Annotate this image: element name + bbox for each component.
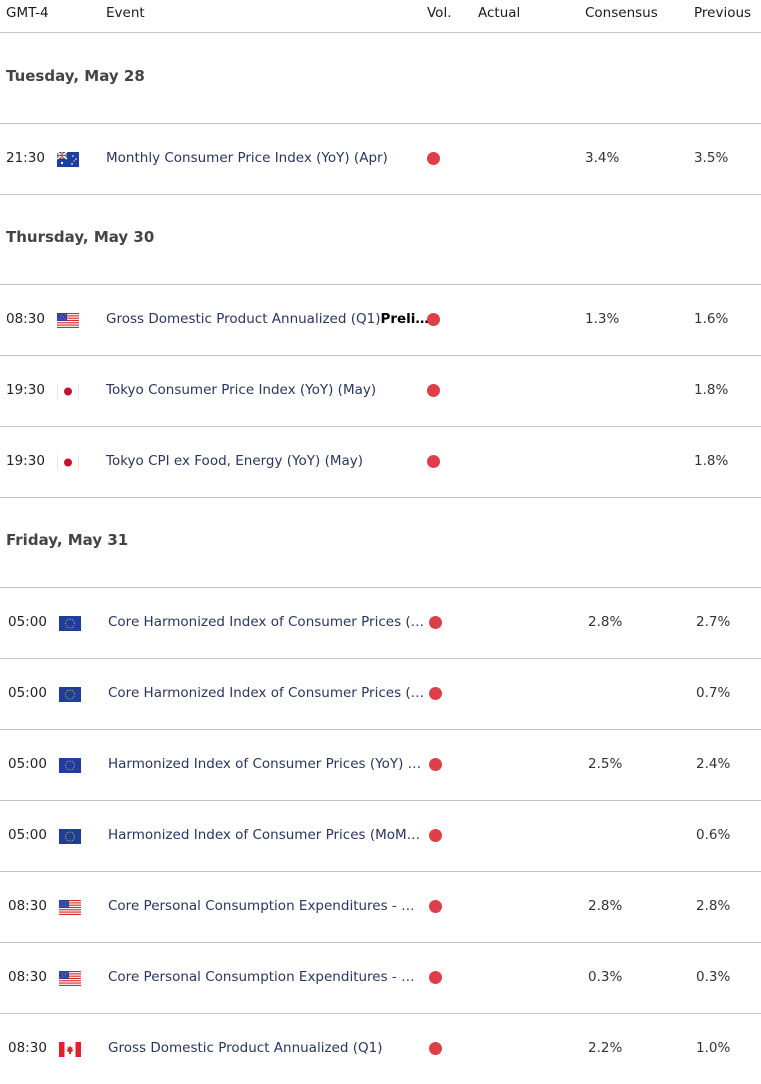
previous-value: 1.0% [696, 1040, 731, 1056]
volatility-high-icon [429, 758, 442, 771]
event-name-text: Harmonized Index of Consumer Prices (MoM… [108, 827, 421, 843]
event-name[interactable]: Core Personal Consumption Expenditures -… [108, 969, 415, 985]
previous-value: 1.6% [694, 311, 729, 327]
event-name-text: Gross Domestic Product Annualized (Q1) [108, 1040, 383, 1056]
event-name-text: Tokyo Consumer Price Index (YoY) (May) [106, 382, 377, 398]
event-time: 21:30 [6, 150, 45, 166]
volatility-high-icon [427, 384, 440, 397]
event-row[interactable]: 08:30 Core Personal Consumption Expenditu… [0, 872, 761, 942]
header-event: Event [106, 5, 145, 21]
previous-value: 2.4% [696, 756, 731, 772]
row-divider [0, 497, 761, 498]
event-name[interactable]: Harmonized Index of Consumer Prices (YoY… [108, 756, 421, 772]
previous-value: 3.5% [694, 150, 729, 166]
event-name-text: Core Personal Consumption Expenditures -… [108, 898, 415, 914]
previous-value: 1.8% [694, 382, 729, 398]
event-row[interactable]: 05:00 Core Harmonized Index of Consumer P… [0, 588, 761, 658]
volatility-high-icon [429, 687, 442, 700]
event-name-suffix: Preli… [380, 311, 428, 327]
row-divider [0, 194, 761, 195]
previous-value: 1.8% [694, 453, 729, 469]
event-time: 05:00 [8, 685, 47, 701]
event-name[interactable]: Gross Domestic Product Annualized (Q1) [108, 1040, 382, 1056]
japan-flag-icon [57, 455, 79, 470]
eu-flag-icon [59, 829, 81, 844]
event-name-text: Harmonized Index of Consumer Prices (YoY… [108, 756, 422, 772]
event-name[interactable]: Core Harmonized Index of Consumer Prices… [108, 614, 424, 630]
event-name-text: Gross Domestic Product Annualized (Q1) [106, 311, 381, 327]
event-row[interactable]: 05:00 Core Harmonized Index of Consumer P… [0, 659, 761, 729]
header-consensus: Consensus [585, 5, 658, 21]
volatility-high-icon [427, 313, 440, 326]
event-name-text: Core Personal Consumption Expenditures -… [108, 969, 415, 985]
event-time: 19:30 [6, 453, 45, 469]
consensus-value: 0.3% [588, 969, 623, 985]
consensus-value: 2.2% [588, 1040, 623, 1056]
consensus-value: 2.8% [588, 614, 623, 630]
event-name[interactable]: Core Personal Consumption Expenditures -… [108, 898, 415, 914]
event-name-text: Core Harmonized Index of Consumer Prices… [108, 685, 425, 701]
canada-flag-icon [59, 1042, 81, 1057]
event-row[interactable]: 21:30 Monthly Consumer Price Index (YoY) … [0, 124, 761, 194]
event-name-text: Monthly Consumer Price Index (YoY) (Apr) [106, 150, 388, 166]
australia-flag-icon [56, 151, 79, 167]
table-header: GMT-4 Event Vol. Actual Consensus Previo… [0, 0, 761, 33]
event-row[interactable]: 19:30 Tokyo CPI ex Food, Energy (YoY) (Ma… [0, 427, 761, 497]
volatility-high-icon [429, 900, 442, 913]
event-name[interactable]: Tokyo Consumer Price Index (YoY) (May) [106, 382, 376, 398]
volatility-high-icon [429, 1042, 442, 1055]
eu-flag-icon [59, 758, 81, 773]
header-timezone[interactable]: GMT-4 [6, 5, 49, 21]
event-time: 05:00 [8, 827, 47, 843]
previous-value: 2.8% [696, 898, 731, 914]
event-time: 08:30 [8, 1040, 47, 1056]
volatility-high-icon [427, 152, 440, 165]
previous-value: 2.7% [696, 614, 731, 630]
event-row[interactable]: 05:00 Harmonized Index of Consumer Prices… [0, 730, 761, 800]
event-name[interactable]: Harmonized Index of Consumer Prices (MoM… [108, 827, 420, 843]
event-row[interactable]: 19:30 Tokyo Consumer Price Index (YoY) (M… [0, 356, 761, 426]
day-header: Tuesday, May 28 [6, 67, 145, 85]
eu-flag-icon [59, 687, 81, 702]
volatility-high-icon [429, 829, 442, 842]
event-row[interactable]: 08:30 Gross Domestic Product Annualized (… [0, 285, 761, 355]
event-name[interactable]: Gross Domestic Product Annualized (Q1)Pr… [106, 311, 428, 327]
volatility-high-icon [429, 616, 442, 629]
volatility-high-icon [429, 971, 442, 984]
previous-value: 0.6% [696, 827, 731, 843]
event-name-text: Core Harmonized Index of Consumer Prices… [108, 614, 425, 630]
day-header: Thursday, May 30 [6, 228, 155, 246]
eu-flag-icon [59, 616, 81, 631]
event-row[interactable]: 08:30 Core Personal Consumption Expenditu… [0, 943, 761, 1013]
day-header: Friday, May 31 [6, 531, 129, 549]
event-time: 08:30 [8, 969, 47, 985]
usa-flag-icon [59, 900, 81, 915]
event-time: 08:30 [8, 898, 47, 914]
usa-flag-icon [57, 313, 79, 328]
event-time: 08:30 [6, 311, 45, 327]
consensus-value: 1.3% [585, 311, 620, 327]
event-row[interactable]: 05:00 Harmonized Index of Consumer Prices… [0, 801, 761, 871]
consensus-value: 3.4% [585, 150, 620, 166]
event-time: 19:30 [6, 382, 45, 398]
japan-flag-icon [57, 384, 79, 399]
header-actual: Actual [478, 5, 521, 21]
usa-flag-icon [59, 971, 81, 986]
event-name[interactable]: Monthly Consumer Price Index (YoY) (Apr) [106, 150, 388, 166]
header-vol: Vol. [427, 5, 452, 21]
consensus-value: 2.8% [588, 898, 623, 914]
previous-value: 0.7% [696, 685, 731, 701]
event-time: 05:00 [8, 614, 47, 630]
event-name[interactable]: Core Harmonized Index of Consumer Prices… [108, 685, 424, 701]
event-time: 05:00 [8, 756, 47, 772]
event-row[interactable]: 08:30 Gross Domestic Product Annualized (… [0, 1014, 761, 1084]
event-name-text: Tokyo CPI ex Food, Energy (YoY) (May) [106, 453, 364, 469]
previous-value: 0.3% [696, 969, 731, 985]
header-previous: Previous [694, 5, 752, 21]
event-name[interactable]: Tokyo CPI ex Food, Energy (YoY) (May) [106, 453, 363, 469]
volatility-high-icon [427, 455, 440, 468]
consensus-value: 2.5% [588, 756, 623, 772]
